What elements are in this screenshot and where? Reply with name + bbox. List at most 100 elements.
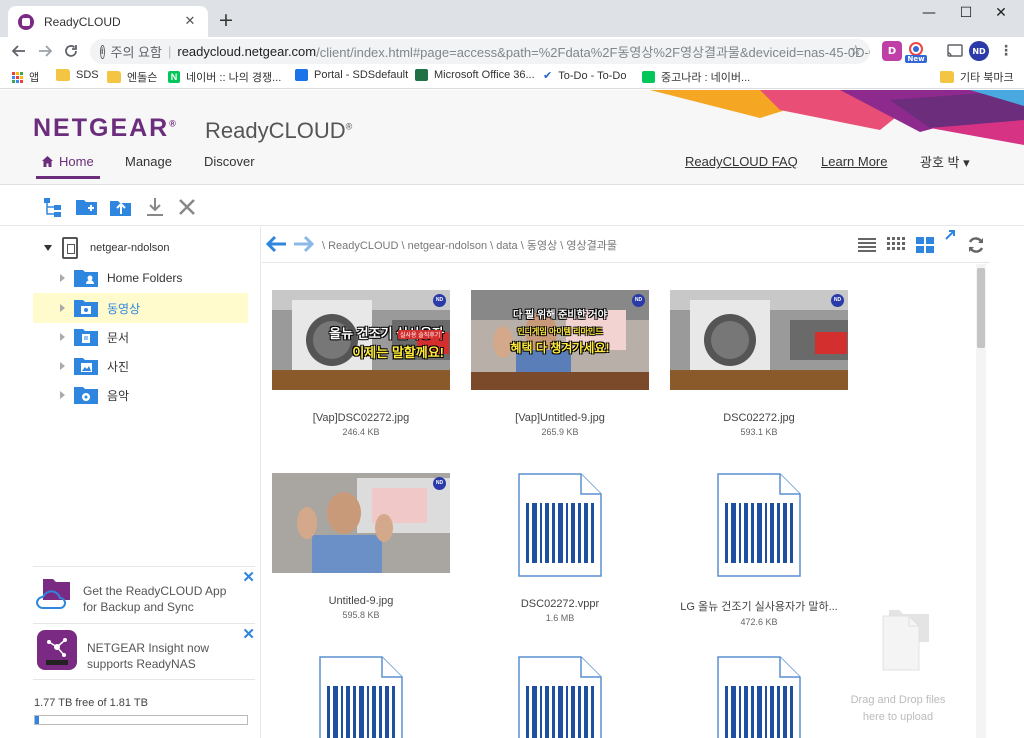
- close-icon[interactable]: ✕: [242, 570, 255, 586]
- tree-item-label: 사진: [107, 359, 130, 374]
- bookmark-star-icon[interactable]: ☆: [849, 42, 862, 59]
- small-grid-view-icon[interactable]: [886, 235, 906, 255]
- tab-close-icon[interactable]: ✕: [182, 14, 198, 29]
- file-size: 595.8 KB: [342, 610, 380, 620]
- bookmark-item[interactable]: ✔ To-Do - To-Do: [543, 69, 627, 83]
- expand-triangle-icon[interactable]: [60, 362, 65, 370]
- promo-readycloud-app[interactable]: Get the ReadyCLOUD App for Backup and Sy…: [33, 566, 255, 620]
- nas-device-icon: [62, 237, 78, 259]
- cafe-icon: [642, 71, 655, 83]
- expand-triangle-icon[interactable]: [60, 274, 65, 282]
- photo-folder-icon: [74, 358, 98, 375]
- tab-readycloud[interactable]: ReadyCLOUD ✕: [8, 6, 208, 37]
- reload-icon[interactable]: [60, 40, 82, 62]
- download-icon[interactable]: [142, 194, 168, 220]
- home-icon: [42, 156, 53, 167]
- file-tile[interactable]: 올뉴 건조기 실사용자 이제는 말할께요! 실사용 솔직후기 ND [Vap]D…: [272, 290, 450, 437]
- tab-discover[interactable]: Discover: [204, 152, 255, 179]
- tree-item-home-folders[interactable]: Home Folders: [33, 263, 248, 293]
- file-tile[interactable]: [670, 656, 848, 738]
- dropzone-line2: here to upload: [862, 711, 934, 723]
- excel-icon: [415, 69, 428, 81]
- logo-registered-mark: ®: [169, 118, 176, 129]
- tab-home[interactable]: Home: [36, 152, 100, 179]
- bookmark-item[interactable]: SDS: [56, 69, 99, 81]
- cast-icon[interactable]: [945, 41, 965, 61]
- tree-item-label: 문서: [107, 330, 130, 345]
- file-tile[interactable]: LG 올뉴 건조기 실사용자가 말하... 472.6 KB: [670, 473, 848, 627]
- large-grid-view-icon[interactable]: [915, 235, 935, 255]
- portal-icon: [295, 69, 308, 81]
- expand-window-icon[interactable]: [944, 229, 956, 241]
- product-registered-mark: ®: [345, 121, 353, 132]
- forward-arrow-icon[interactable]: [293, 235, 315, 253]
- tree-item-videos[interactable]: 동영상: [33, 293, 248, 323]
- file-size: 593.1 KB: [740, 427, 778, 437]
- bookmark-apps[interactable]: 앱: [12, 69, 39, 85]
- tree-view-icon[interactable]: [40, 194, 66, 220]
- file-name: DSC02272.jpg: [723, 412, 795, 424]
- user-menu[interactable]: 광호 박 ▾: [920, 152, 970, 171]
- new-tab-button[interactable]: +: [216, 10, 236, 30]
- bookmark-item[interactable]: N 네이버 :: 나의 경쟁...: [168, 69, 281, 85]
- readycloud-favicon-icon: [18, 13, 34, 30]
- file-tile[interactable]: [471, 656, 649, 738]
- new-folder-icon[interactable]: [74, 194, 100, 220]
- bookmark-item[interactable]: 엔돌슨: [107, 69, 157, 85]
- file-size: 472.6 KB: [740, 617, 778, 627]
- tree-item-documents[interactable]: 문서: [33, 322, 248, 352]
- back-arrow-icon[interactable]: [8, 40, 30, 62]
- learn-more-link[interactable]: Learn More: [821, 154, 887, 169]
- bookmark-other-label: 기타 북마크: [960, 72, 1014, 84]
- bookmark-item[interactable]: Portal - SDSdefault: [295, 69, 408, 81]
- expand-triangle-icon[interactable]: [60, 391, 65, 399]
- bookmark-label: Portal - SDSdefault: [314, 69, 409, 81]
- address-bar[interactable]: i 주의 요함 | readycloud.netgear.com /client…: [90, 39, 870, 64]
- expand-triangle-icon[interactable]: [60, 333, 65, 341]
- folder-tree-sidebar: netgear-ndolson Home Folders 동영상 문서 사진 음…: [0, 227, 261, 738]
- breadcrumb[interactable]: \ ReadyCLOUD \ netgear-ndolson \ data \ …: [322, 237, 617, 253]
- tab-manage[interactable]: Manage: [125, 152, 172, 179]
- extension-d-icon[interactable]: D: [882, 41, 902, 61]
- bookmark-other[interactable]: 기타 북마크: [940, 69, 1014, 85]
- file-thumbnail: 올뉴 건조기 실사용자 이제는 말할께요! 실사용 솔직후기 ND: [272, 290, 450, 390]
- close-window-button[interactable]: ✕: [978, 0, 1024, 26]
- tree-root-device[interactable]: netgear-ndolson: [44, 237, 170, 259]
- list-view-icon[interactable]: [857, 235, 877, 255]
- back-arrow-icon[interactable]: [265, 235, 287, 253]
- bookmark-label: To-Do - To-Do: [558, 69, 627, 82]
- tree-item-music[interactable]: 음악: [33, 380, 248, 410]
- file-tile[interactable]: ND Untitled-9.jpg 595.8 KB: [272, 473, 450, 620]
- upload-dropzone[interactable]: Drag and Drop files here to upload: [846, 608, 950, 728]
- tree-item-photos[interactable]: 사진: [33, 351, 248, 381]
- file-grid-scrollbar[interactable]: [976, 264, 986, 738]
- scrollbar-thumb[interactable]: [977, 268, 985, 348]
- bookmark-item[interactable]: Microsoft Office 36...: [415, 69, 535, 81]
- bookmark-label: 중고나라 : 네이버...: [661, 72, 751, 84]
- file-tile[interactable]: 다 필 위해 준비한 거야 인디게임 아이템 리마인드 혜택 다 챙겨가세요! …: [471, 290, 649, 437]
- logo-text: NETGEAR: [33, 114, 170, 142]
- bookmark-item[interactable]: 중고나라 : 네이버...: [642, 69, 750, 85]
- browser-tabstrip: ReadyCLOUD ✕ + — ☐ ✕: [0, 0, 1024, 37]
- generic-file-icon: [717, 656, 801, 738]
- promo-netgear-insight[interactable]: NETGEAR Insight now supports ReadyNAS ✕: [33, 623, 255, 677]
- file-tile[interactable]: ND DSC02272.jpg 593.1 KB: [670, 290, 848, 437]
- collapse-triangle-icon[interactable]: [44, 245, 52, 251]
- address-separator: |: [167, 44, 172, 59]
- profile-avatar[interactable]: ND: [969, 41, 989, 61]
- browser-menu-icon[interactable]: ⋮: [996, 41, 1016, 61]
- expand-triangle-icon[interactable]: [60, 304, 65, 312]
- file-tile[interactable]: [272, 656, 450, 738]
- close-icon[interactable]: ✕: [242, 627, 255, 643]
- file-name: [Vap]Untitled-9.jpg: [515, 412, 605, 424]
- site-info-icon[interactable]: i: [100, 44, 105, 59]
- file-size: 246.4 KB: [342, 427, 380, 437]
- readycloud-faq-link[interactable]: ReadyCLOUD FAQ: [685, 154, 798, 169]
- file-tile[interactable]: DSC02272.vppr 1.6 MB: [471, 473, 649, 623]
- delete-icon[interactable]: [174, 194, 200, 220]
- refresh-icon[interactable]: [966, 235, 986, 255]
- file-name: DSC02272.vppr: [520, 598, 600, 610]
- forward-arrow-icon[interactable]: [34, 40, 56, 62]
- extension-new-icon[interactable]: New: [905, 41, 927, 63]
- upload-icon[interactable]: [108, 194, 134, 220]
